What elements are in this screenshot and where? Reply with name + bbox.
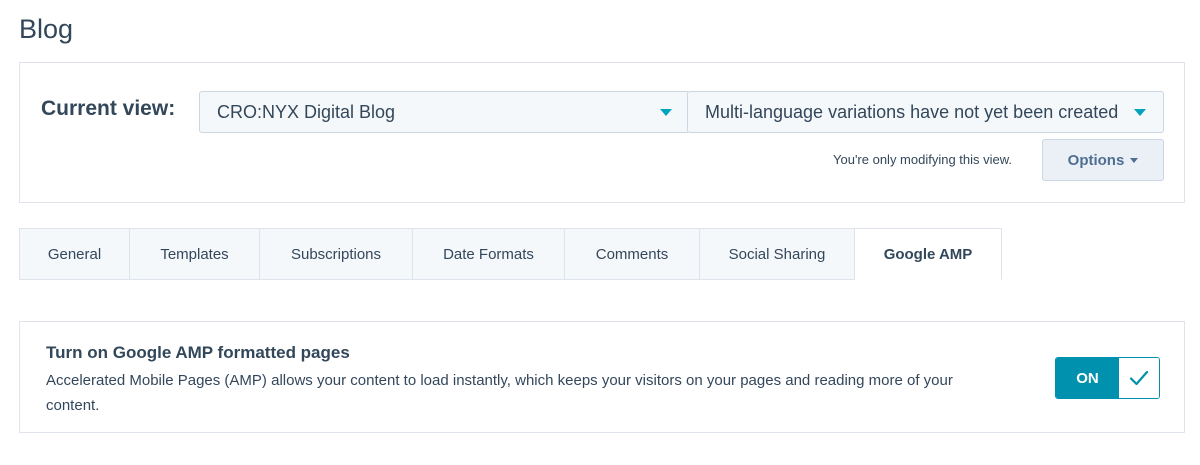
settings-tabs: General Templates Subscriptions Date For… [19, 228, 1002, 280]
tab-label: Social Sharing [728, 245, 826, 263]
tab-social-sharing[interactable]: Social Sharing [700, 228, 855, 280]
tab-label: Templates [160, 245, 229, 263]
current-view-panel: Current view: CRO:NYX Digital Blog Multi… [19, 62, 1185, 203]
caret-down-icon [660, 109, 672, 116]
blog-select[interactable]: CRO:NYX Digital Blog [199, 91, 690, 133]
caret-down-icon [1134, 109, 1146, 116]
tab-label: Comments [595, 245, 669, 263]
caret-down-icon [1130, 157, 1139, 163]
amp-setting-description: Accelerated Mobile Pages (AMP) allows yo… [46, 372, 953, 414]
view-note: You're only modifying this view. [833, 152, 1013, 167]
options-button[interactable]: Options [1042, 139, 1164, 181]
tab-label: Date Formats [443, 245, 534, 263]
language-select-value: Multi-language variations have not yet b… [705, 101, 1119, 122]
tab-general[interactable]: General [19, 228, 130, 280]
amp-setting-title: Turn on Google AMP formatted pages [46, 343, 350, 362]
amp-toggle[interactable]: ON [1055, 357, 1160, 399]
checkmark-icon [1119, 358, 1159, 398]
tab-google-amp[interactable]: Google AMP [855, 228, 1002, 280]
toggle-on-label: ON [1056, 358, 1119, 398]
tab-templates[interactable]: Templates [130, 228, 260, 280]
tab-date-formats[interactable]: Date Formats [413, 228, 565, 280]
language-select[interactable]: Multi-language variations have not yet b… [687, 91, 1164, 133]
current-view-label: Current view: [41, 97, 176, 120]
page-title: Blog [19, 14, 74, 44]
tab-subscriptions[interactable]: Subscriptions [260, 228, 413, 280]
google-amp-panel: Turn on Google AMP formatted pages Accel… [19, 321, 1185, 433]
tab-label: General [47, 245, 102, 263]
tab-comments[interactable]: Comments [565, 228, 700, 280]
options-label: Options [1067, 151, 1125, 169]
tab-label: Subscriptions [290, 245, 382, 263]
blog-select-value: CRO:NYX Digital Blog [217, 101, 396, 122]
tab-label: Google AMP [883, 245, 973, 263]
